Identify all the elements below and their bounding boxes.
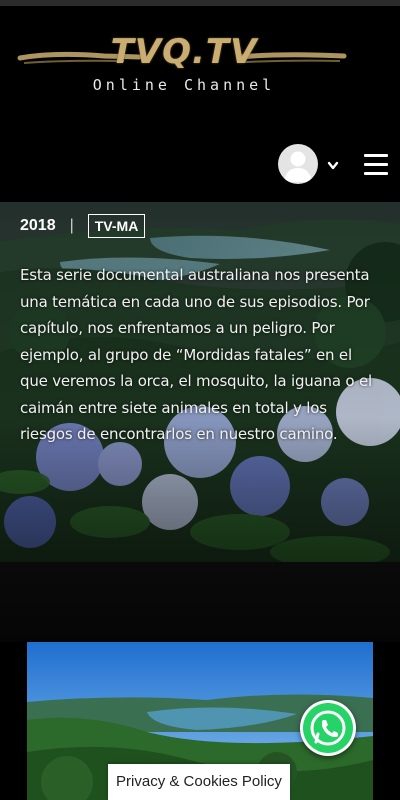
user-silhouette-icon bbox=[284, 151, 312, 182]
user-avatar[interactable] bbox=[278, 144, 318, 184]
whatsapp-icon bbox=[303, 703, 353, 753]
whatsapp-button[interactable] bbox=[300, 700, 356, 756]
meta-separator: | bbox=[69, 217, 74, 234]
rating-badge: TV-MA bbox=[87, 214, 146, 238]
site-logo[interactable]: TVQ.TV Online Channel bbox=[14, 30, 354, 100]
release-year: 2018 bbox=[20, 217, 56, 234]
show-meta: 2018 | TV-MA bbox=[20, 212, 146, 240]
logo-subtitle: Online Channel bbox=[92, 76, 276, 94]
site-header: TVQ.TV Online Channel bbox=[0, 6, 400, 202]
hamburger-menu-icon[interactable] bbox=[364, 154, 388, 176]
privacy-cookies-policy-button[interactable]: Privacy & Cookies Policy bbox=[108, 764, 290, 800]
page: TVQ.TV Online Channel 2018 | TV-MA Esta … bbox=[0, 0, 400, 800]
dark-divider-band bbox=[0, 562, 400, 642]
logo-title: TVQ.TV bbox=[110, 32, 258, 72]
chevron-down-icon[interactable] bbox=[327, 158, 339, 170]
show-description: Esta serie documental australiana nos pr… bbox=[20, 266, 372, 443]
